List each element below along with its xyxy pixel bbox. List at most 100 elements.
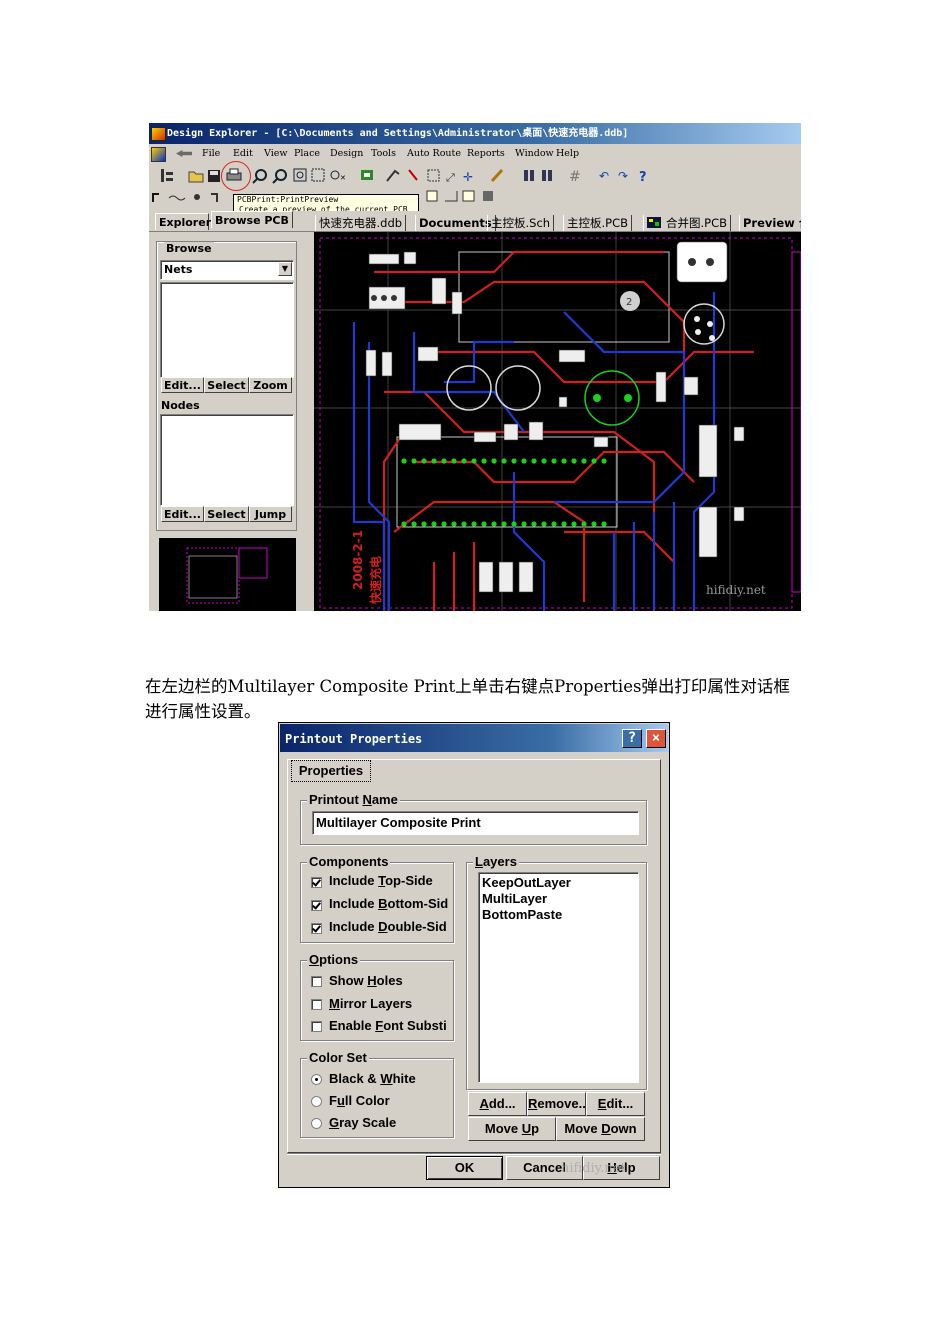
move-icon[interactable]: ✛ — [463, 170, 473, 184]
design-explorer-screenshot: Design Explorer - [C:\Documents and Sett… — [149, 123, 801, 611]
full-color-radio[interactable] — [311, 1096, 322, 1107]
black-white-label: Black & White — [329, 1071, 416, 1086]
black-white-radio[interactable] — [311, 1074, 322, 1085]
svg-text:↶: ↶ — [599, 169, 609, 183]
close-icon[interactable]: × — [646, 729, 666, 748]
tab-preview[interactable]: Preview 合 — [739, 215, 801, 231]
track-icon[interactable] — [152, 193, 159, 202]
board-minimap[interactable] — [159, 538, 296, 611]
tab-main-pcb[interactable]: 主控板.PCB — [563, 215, 633, 231]
edit-layer-button[interactable]: Edit... — [586, 1092, 645, 1116]
back-arrow-icon[interactable] — [176, 150, 192, 157]
include-bottom-side-checkbox[interactable] — [311, 900, 322, 911]
nets-dropdown[interactable]: Nets ▼ — [160, 260, 294, 280]
nets-list[interactable] — [160, 282, 294, 378]
menu-reports[interactable]: Reports — [467, 148, 505, 159]
list-item[interactable]: BottomPaste — [482, 907, 571, 923]
pcb-canvas[interactable]: 2 2008-2-1 快速充电 — [314, 232, 801, 611]
pcb-pad-label: 2 — [626, 297, 632, 308]
arc-icon[interactable] — [168, 195, 186, 201]
svg-text:✛: ✛ — [463, 170, 473, 184]
mirror-layers-label: Mirror Layers — [329, 996, 413, 1011]
zoom-in-icon[interactable] — [252, 169, 267, 184]
wire-tool-icon[interactable] — [386, 169, 418, 182]
zoom-net-button[interactable]: Zoom — [249, 377, 292, 393]
array-icon[interactable] — [483, 191, 493, 201]
menu-help[interactable]: Help — [556, 148, 579, 159]
zoom-last-icon[interactable]: ✕ — [330, 170, 346, 182]
tab-explorer[interactable]: Explorer — [155, 213, 211, 230]
nodes-list[interactable] — [160, 414, 294, 506]
menu-file[interactable]: File — [202, 148, 220, 159]
add-layer-button[interactable]: Add... — [468, 1092, 527, 1116]
include-double-side-checkbox[interactable] — [311, 923, 322, 934]
menu-place[interactable]: Place — [294, 148, 320, 159]
printout-name-input[interactable]: Multilayer Composite Print — [312, 811, 639, 835]
explorer-toggle-icon[interactable] — [161, 169, 173, 182]
polygon-icon[interactable] — [445, 191, 458, 202]
edit-node-button[interactable]: Edit... — [161, 506, 204, 522]
menu-view[interactable]: View — [264, 148, 288, 159]
dimension-icon[interactable] — [462, 190, 475, 202]
watermark: hifidiy.net — [706, 583, 766, 597]
menu-auto-route[interactable]: Auto Route — [407, 148, 461, 159]
menu-bar: File Edit View Place Design Tools Auto R… — [149, 144, 801, 164]
jump-node-button[interactable]: Jump — [249, 506, 292, 522]
undo-icon[interactable]: ↶ — [599, 169, 609, 183]
include-top-side-checkbox[interactable] — [311, 877, 322, 888]
dialog-title: Printout Properties — [285, 732, 423, 746]
printout-properties-dialog: Printout Properties ? × Properties Print… — [278, 722, 670, 1188]
remove-layer-button[interactable]: Remove... — [527, 1092, 586, 1116]
pcb-date-label: 2008-2-1 — [351, 530, 365, 590]
browse-panel: Browse Nets ▼ Edit... Select Zoom Nodes … — [149, 232, 309, 611]
select-node-button[interactable]: Select — [204, 506, 249, 522]
enable-font-substitution-checkbox[interactable] — [311, 1021, 322, 1032]
chevron-down-icon[interactable]: ▼ — [278, 262, 292, 276]
deselect-icon[interactable]: ⤢ — [446, 171, 455, 184]
tab-merged-pcb[interactable]: 合并图.PCB — [643, 215, 732, 231]
pen-icon[interactable] — [490, 168, 504, 183]
open-folder-icon[interactable] — [188, 171, 204, 183]
tab-browse-pcb[interactable]: Browse PCB — [211, 211, 293, 228]
layers-list[interactable]: KeepOutLayer MultiLayer BottomPaste — [478, 872, 639, 1083]
menu-design[interactable]: Design — [330, 148, 363, 159]
move-down-button[interactable]: Move Down — [556, 1117, 645, 1141]
zoom-out-icon[interactable] — [272, 169, 287, 184]
dialog-title-bar: Printout Properties ? × — [280, 724, 668, 752]
library-icon[interactable] — [524, 170, 552, 181]
redo-icon[interactable]: ↷ — [618, 169, 628, 183]
tab-main-sch[interactable]: 主控板.Sch — [487, 215, 555, 231]
nets-dropdown-value: Nets — [164, 263, 193, 276]
move-up-button[interactable]: Move Up — [468, 1117, 556, 1141]
watermark: hifidiy.net — [561, 1161, 626, 1176]
menu-window[interactable]: Window — [515, 148, 554, 159]
component-icon[interactable] — [361, 170, 373, 180]
include-double-side-label: Include Double-Sid — [329, 919, 447, 934]
mirror-layers-checkbox[interactable] — [311, 999, 322, 1010]
edit-net-button[interactable]: Edit... — [161, 377, 204, 393]
document-icon — [151, 147, 166, 162]
list-item[interactable]: MultiLayer — [482, 891, 571, 907]
zoom-fit-icon[interactable] — [293, 168, 307, 182]
tab-documents[interactable]: Documents — [415, 215, 496, 231]
gray-scale-radio[interactable] — [311, 1118, 322, 1129]
list-item[interactable]: KeepOutLayer — [482, 875, 571, 891]
menu-tools[interactable]: Tools — [371, 148, 396, 159]
select-area-icon[interactable] — [427, 169, 440, 182]
svg-text:#: # — [569, 169, 581, 185]
help-icon[interactable]: ? — [639, 170, 647, 185]
fill-icon[interactable] — [426, 190, 438, 202]
include-bottom-side-label: Include Bottom-Sid — [329, 896, 449, 911]
tab-properties[interactable]: Properties — [291, 760, 371, 782]
pad-icon[interactable] — [211, 193, 218, 202]
select-net-button[interactable]: Select — [204, 377, 249, 393]
via-icon[interactable] — [194, 194, 200, 200]
zoom-area-icon[interactable] — [311, 168, 325, 182]
menu-edit[interactable]: Edit — [233, 148, 253, 159]
tab-ddb[interactable]: 快速充电器.ddb — [315, 215, 407, 231]
help-icon[interactable]: ? — [622, 729, 642, 748]
ok-button[interactable]: OK — [426, 1156, 503, 1180]
show-holes-checkbox[interactable] — [311, 976, 322, 987]
save-icon[interactable] — [208, 170, 220, 182]
grid-icon[interactable]: # — [569, 169, 581, 185]
